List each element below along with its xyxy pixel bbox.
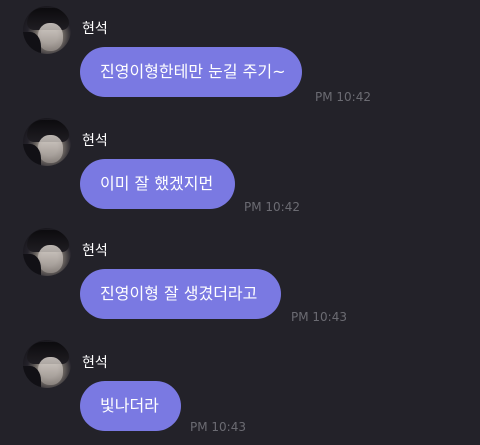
avatar-face-shape (38, 23, 63, 51)
message-bubble[interactable]: 빛나더라 (80, 381, 181, 431)
sender-name: 현석 (82, 355, 108, 371)
message-row: 현석 진영이형한테만 눈길 주기~ PM 10:42 (0, 6, 480, 106)
avatar-face-shape (38, 357, 63, 385)
chat-message-list[interactable]: 현석 진영이형한테만 눈길 주기~ PM 10:42 현석 이미 잘 했겠지먼 … (0, 0, 480, 445)
message-timestamp: PM 10:42 (244, 200, 300, 214)
message-bubble[interactable]: 진영이형한테만 눈길 주기~ (80, 47, 302, 97)
message-bubble[interactable]: 진영이형 잘 생겼더라고 (80, 269, 281, 319)
message-row: 현석 이미 잘 했겠지먼 PM 10:42 (0, 118, 480, 218)
message-bubble[interactable]: 이미 잘 했겠지먼 (80, 159, 235, 209)
message-timestamp: PM 10:43 (291, 310, 347, 324)
avatar[interactable] (23, 228, 71, 276)
message-timestamp: PM 10:42 (315, 90, 371, 104)
avatar[interactable] (23, 118, 71, 166)
sender-name: 현석 (82, 133, 108, 149)
avatar-face-shape (38, 135, 63, 163)
message-row: 현석 진영이형 잘 생겼더라고 PM 10:43 (0, 228, 480, 328)
sender-name: 현석 (82, 243, 108, 259)
message-timestamp: PM 10:43 (190, 420, 246, 434)
avatar[interactable] (23, 340, 71, 388)
sender-name: 현석 (82, 21, 108, 37)
avatar[interactable] (23, 6, 71, 54)
avatar-face-shape (38, 245, 63, 273)
message-row: 현석 빛나더라 PM 10:43 (0, 340, 480, 440)
